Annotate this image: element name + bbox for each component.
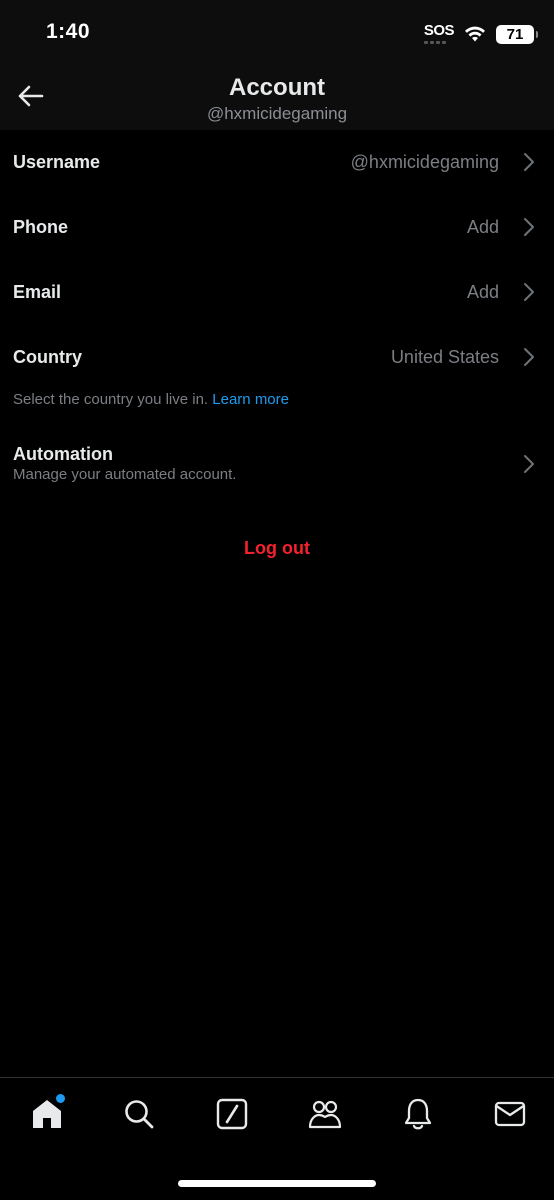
automation-subtitle: Manage your automated account. [13,466,237,483]
grok-icon [216,1098,248,1130]
chevron-right-icon [524,348,534,366]
row-value: United States [390,347,499,367]
chevron-right-icon [524,218,534,236]
nav-grok[interactable] [208,1092,256,1136]
row-label: Country [13,347,82,367]
nav-search[interactable] [115,1092,163,1136]
email-row[interactable]: Email Add [0,260,554,324]
nav-communities[interactable] [301,1092,349,1136]
home-indicator[interactable] [178,1180,376,1187]
search-icon [125,1100,154,1129]
row-value: @hxmicidegaming [350,152,499,172]
account-settings-screen: 1:40 SOS 71 Account @hxmicidegaming User… [0,0,554,1200]
wifi-icon [465,26,485,42]
row-label: Email [13,282,62,302]
mail-icon [494,1101,526,1127]
sos-indicator: SOS [423,23,455,44]
chevron-right-icon [524,455,534,473]
chevron-right-icon [524,153,534,171]
phone-row[interactable]: Phone Add [0,195,554,259]
communities-icon [308,1100,342,1129]
row-value: Add [466,282,499,302]
automation-title: Automation [13,444,113,464]
username-row[interactable]: Username @hxmicidegaming [0,130,554,194]
automation-row[interactable]: Automation Manage your automated account… [0,430,554,494]
status-bar: 1:40 SOS 71 [0,0,554,62]
status-time: 1:40 [46,20,91,43]
nav-home[interactable] [23,1092,71,1136]
learn-more-link[interactable]: Learn more [212,391,289,408]
nav-messages[interactable] [486,1092,534,1136]
page-subtitle: @hxmicidegaming [206,104,348,123]
page-title: Account [229,74,325,101]
chevron-right-icon [524,283,534,301]
top-header: Account @hxmicidegaming [0,62,554,130]
logout-button[interactable]: Log out [0,538,554,559]
row-value: Add [466,217,499,237]
row-label: Username [13,152,101,172]
row-label: Phone [13,217,69,237]
notification-dot [56,1094,65,1103]
battery-indicator: 71 [496,24,538,44]
bell-icon [404,1098,432,1130]
nav-notifications[interactable] [394,1092,442,1136]
country-row[interactable]: Country United States [0,325,554,389]
status-icons: SOS 71 [423,22,538,46]
country-helper-text: Select the country you live in. Learn mo… [13,391,289,408]
